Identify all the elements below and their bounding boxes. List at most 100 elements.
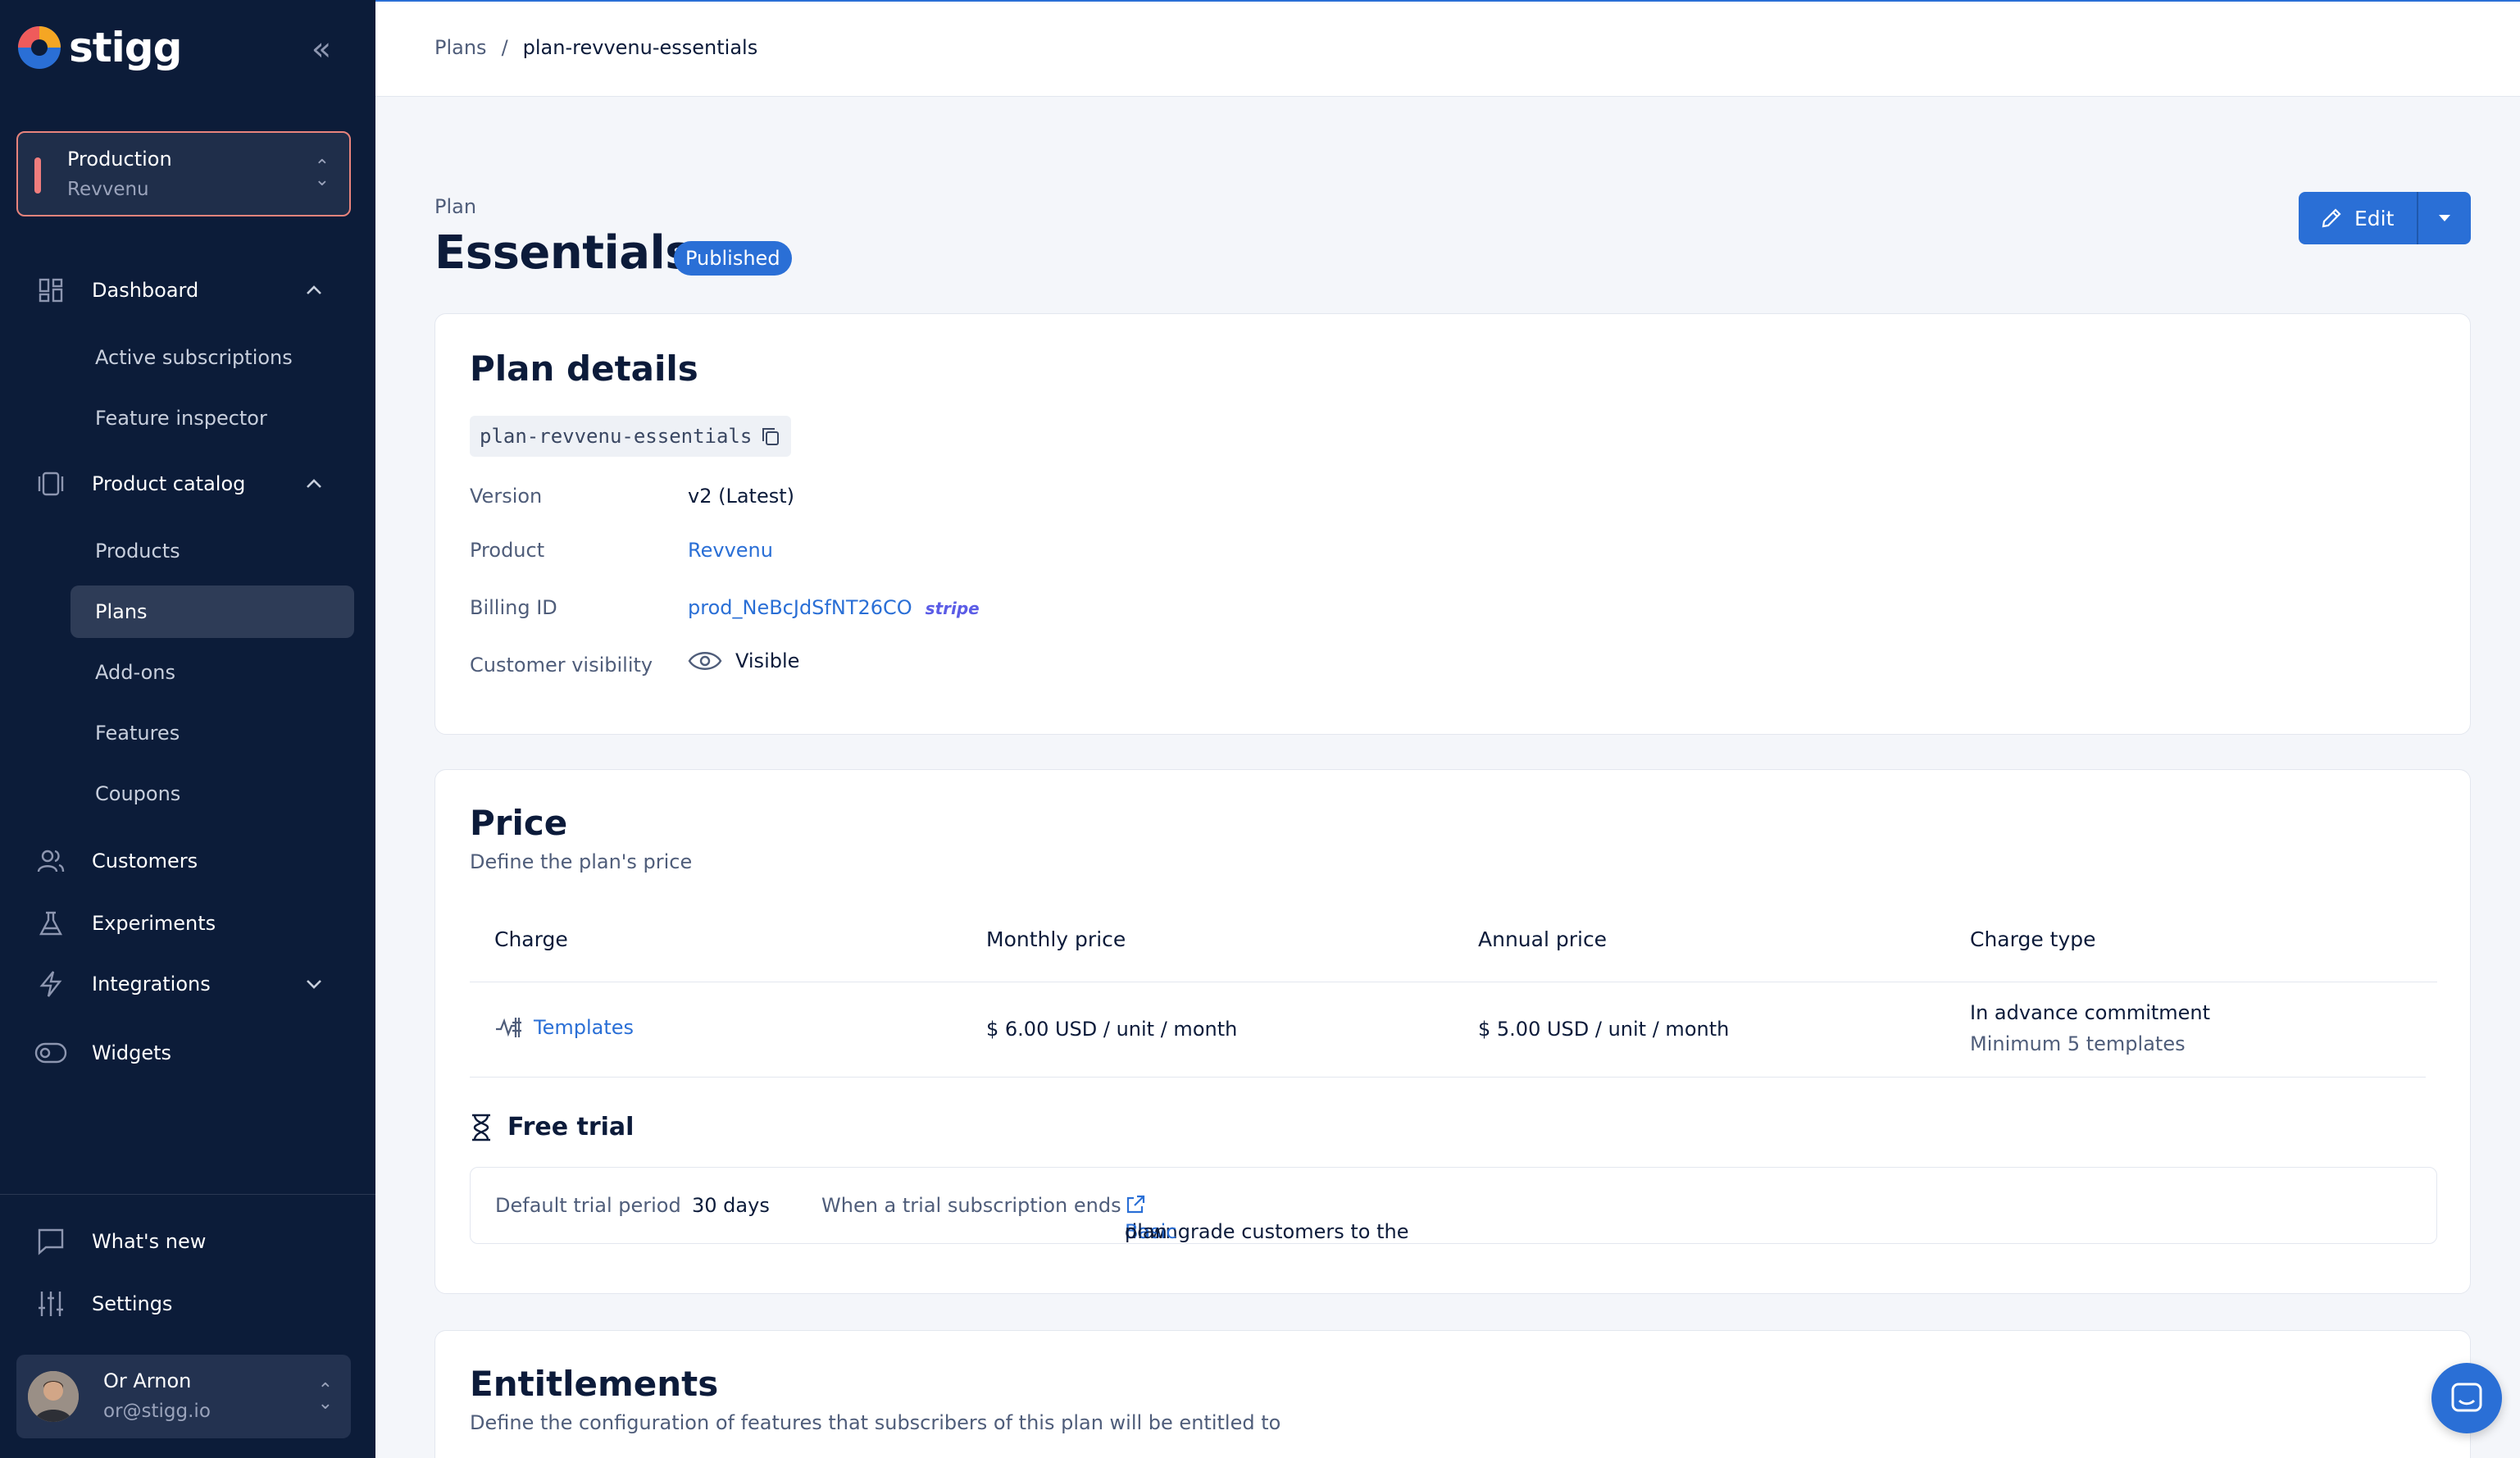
dashboard-icon <box>34 274 67 307</box>
breadcrumb-plans-link[interactable]: Plans <box>434 36 487 59</box>
trial-ends-value: downgrade customers to the Basic plan <box>1125 1194 1408 1243</box>
sidebar-item-plans[interactable]: Plans <box>71 585 354 638</box>
selector-arrows-icon: ⌃ ⌄ <box>317 1380 333 1414</box>
column-header-charge-type: Charge type <box>1970 927 2096 951</box>
page-title: Essentials <box>434 226 693 280</box>
sidebar-item-label: Feature inspector <box>95 407 267 430</box>
caret-down-icon <box>2439 215 2450 221</box>
lightning-icon <box>34 968 67 1000</box>
sidebar-item-label: Experiments <box>92 912 216 935</box>
sidebar-item-label: Plans <box>95 600 148 623</box>
sidebar-item-experiments[interactable]: Experiments <box>0 899 375 948</box>
sidebar-item-feature-inspector[interactable]: Feature inspector <box>71 392 354 444</box>
sidebar-item-product-catalog[interactable]: Product catalog <box>0 459 375 508</box>
price-subtitle: Define the plan's price <box>470 850 693 873</box>
environment-selector[interactable]: Production Revvenu ⌃ ⌄ <box>16 131 351 216</box>
pencil-icon <box>2322 208 2341 228</box>
sidebar-item-active-subscriptions[interactable]: Active subscriptions <box>71 331 354 384</box>
usage-chart-icon <box>496 1018 521 1037</box>
table-divider <box>470 1077 2426 1078</box>
user-menu[interactable]: Or Arnon or@stigg.io ⌃ ⌄ <box>16 1355 351 1438</box>
sidebar-item-whats-new[interactable]: What's new <box>0 1217 375 1266</box>
sidebar-item-label: Integrations <box>92 973 211 996</box>
plan-details-card: Plan details plan-revvenu-essentials Ver… <box>434 313 2471 735</box>
sidebar-item-label: Features <box>95 722 180 745</box>
breadcrumb-separator: / <box>501 36 508 59</box>
customer-visibility-value: Visible <box>688 649 799 673</box>
stigg-logo[interactable]: stigg <box>16 24 182 71</box>
chat-bubble-icon <box>34 1225 67 1258</box>
charge-type-cell: In advance commitment <box>1970 1001 2211 1024</box>
avatar <box>28 1371 79 1422</box>
toggle-icon <box>34 1037 67 1069</box>
trial-period-value: 30 days <box>692 1194 770 1217</box>
sidebar-item-label: Dashboard <box>92 279 199 302</box>
user-name: Or Arnon <box>103 1369 192 1392</box>
chevron-down-icon[interactable] <box>302 972 326 996</box>
environment-name: Production <box>67 148 172 171</box>
stigg-logo-icon <box>18 26 61 69</box>
plan-id-chip: plan-revvenu-essentials <box>470 416 792 457</box>
billing-id-row: prod_NeBcJdSfNT26CO stripe <box>688 596 980 619</box>
billing-id-link[interactable]: prod_NeBcJdSfNT26CO <box>688 596 912 619</box>
charge-templates-link[interactable]: Templates <box>534 1016 634 1039</box>
sidebar-item-add-ons[interactable]: Add-ons <box>71 646 354 699</box>
product-link[interactable]: Revvenu <box>688 539 773 562</box>
price-card: Price Define the plan's price Charge Mon… <box>434 769 2471 1294</box>
sidebar-item-coupons[interactable]: Coupons <box>71 768 354 820</box>
sidebar: stigg « Production Revvenu ⌃ ⌄ Dashboard … <box>0 0 375 1458</box>
edit-button[interactable]: Edit <box>2299 192 2418 244</box>
free-trial-title: Free trial <box>507 1113 635 1141</box>
entitlements-subtitle: Define the configuration of features tha… <box>470 1411 1281 1434</box>
environment-product: Revvenu <box>67 179 149 200</box>
status-badge: Published <box>674 241 792 276</box>
collapse-sidebar-icon[interactable]: « <box>305 33 338 67</box>
entitlements-card: Entitlements Define the configuration of… <box>434 1330 2471 1458</box>
sidebar-item-widgets[interactable]: Widgets <box>0 1028 375 1078</box>
trial-period-label: Default trial period <box>495 1194 681 1217</box>
support-chat-button[interactable] <box>2431 1363 2502 1433</box>
top-bar: Plans / plan-revvenu-essentials <box>375 0 2520 97</box>
sidebar-divider <box>0 1194 375 1195</box>
version-label: Version <box>470 485 543 508</box>
sidebar-item-label: What's new <box>92 1230 207 1253</box>
chevron-up-icon[interactable] <box>302 278 326 303</box>
customer-visibility-label: Customer visibility <box>470 654 653 677</box>
charge-cell: Templates <box>494 1016 634 1039</box>
sidebar-item-products[interactable]: Products <box>71 525 354 577</box>
copy-icon[interactable] <box>760 426 781 447</box>
sidebar-item-features[interactable]: Features <box>71 707 354 759</box>
chevron-up-icon[interactable] <box>302 472 326 496</box>
eye-icon <box>688 652 722 670</box>
visibility-text: Visible <box>735 649 800 672</box>
environment-color-bar <box>34 157 41 194</box>
sidebar-item-customers[interactable]: Customers <box>0 836 375 886</box>
user-email: or@stigg.io <box>103 1401 211 1422</box>
catalog-icon <box>34 467 67 500</box>
selector-arrows-icon: ⌃ ⌄ <box>314 157 330 190</box>
column-header-monthly: Monthly price <box>986 927 1126 951</box>
sidebar-item-label: Active subscriptions <box>95 346 293 369</box>
breadcrumb-current: plan-revvenu-essentials <box>522 36 758 59</box>
entitlements-title: Entitlements <box>470 1364 719 1404</box>
trial-ends-suffix: plan <box>1125 1220 1167 1243</box>
plan-id: plan-revvenu-essentials <box>480 425 753 448</box>
billing-id-label: Billing ID <box>470 596 557 619</box>
edit-dropdown-button[interactable] <box>2418 192 2471 244</box>
users-icon <box>34 845 67 877</box>
hourglass-icon <box>472 1114 490 1141</box>
plan-details-title: Plan details <box>470 349 698 389</box>
sidebar-item-integrations[interactable]: Integrations <box>0 959 375 1009</box>
sidebar-item-label: Products <box>95 540 180 563</box>
external-link-icon[interactable] <box>1125 1194 1146 1215</box>
sidebar-item-dashboard[interactable]: Dashboard <box>0 266 375 315</box>
brand-name: stigg <box>69 24 182 71</box>
page-kicker: Plan <box>434 195 477 218</box>
edit-button-group: Edit <box>2299 192 2471 244</box>
sidebar-item-label: Coupons <box>95 782 181 805</box>
column-header-annual: Annual price <box>1478 927 1608 951</box>
sidebar-item-settings[interactable]: Settings <box>0 1279 375 1328</box>
sidebar-item-label: Widgets <box>92 1041 172 1064</box>
stripe-logo: stripe <box>925 599 980 618</box>
monthly-price-cell: $ 6.00 USD / unit / month <box>986 1018 1238 1041</box>
